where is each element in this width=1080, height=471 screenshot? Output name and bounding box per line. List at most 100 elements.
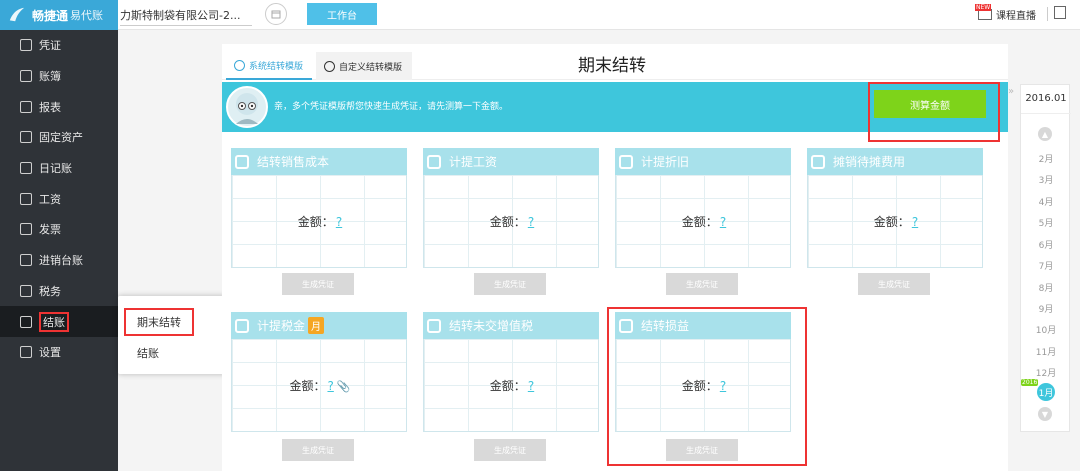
generate-voucher-button[interactable]: 生成凭证 [666,273,738,295]
sales-cost-icon [235,154,249,169]
card-title: 结转未交增值税 [449,319,534,333]
app-logo[interactable]: 畅捷通 易代账 [0,0,118,30]
monthly-badge: 月 [308,317,325,334]
period-year: 2016.01 [1025,93,1067,104]
tab-label: 自定义结转模版 [339,62,403,73]
sidebar-item-report[interactable]: 报表 [0,91,118,122]
video-icon: NEW [975,4,992,20]
generate-voucher-button[interactable]: 生成凭证 [282,439,354,461]
month-item[interactable]: 9月 [1021,302,1071,315]
live-course-label: 课程直播 [996,11,1036,22]
inventory-icon [20,254,32,267]
card-body: 金额：? 📎 [231,339,407,432]
amount-help-link[interactable]: ? [720,215,726,229]
salary-icon [427,154,441,169]
tab-system-template[interactable]: 系统结转模版 [226,52,312,80]
generate-voucher-button[interactable]: 生成凭证 [858,273,930,295]
new-badge: NEW [975,4,992,11]
banner-text: 亲，多个凭证模版帮您快速生成凭证，请先测算一下金额。 [274,102,509,112]
card-body: 金额：? [807,175,983,268]
book-icon[interactable] [1054,6,1066,19]
month-item[interactable]: 2月 [1021,152,1071,165]
card-amount: 金额：? [232,213,408,230]
generate-voucher-button[interactable]: 生成凭证 [282,273,354,295]
card-body: 金额：? [423,339,599,432]
amount-help-link[interactable]: ? [912,215,918,229]
amount-help-link[interactable]: ? [528,379,534,393]
amount-help-link[interactable]: ? [336,215,342,229]
live-course-link[interactable]: NEW 课程直播 [975,4,1036,22]
sidebar-item-settings[interactable]: 设置 [0,337,118,368]
tax-icon [235,318,249,333]
amount-label: 金额： [297,215,334,229]
card-header: 结转销售成本 [231,148,407,175]
month-item[interactable]: 12月 [1021,366,1071,379]
period-up-icon[interactable]: ▲ [1038,127,1052,141]
card-accrue-tax: 计提税金月 金额：? 📎 [231,312,407,432]
card-body: 金额：? [615,175,791,268]
selected-month[interactable]: 1月 [1037,383,1055,401]
sidebar-item-tax[interactable]: 税务 [0,276,118,307]
sidebar-item-label: 工资 [39,192,61,206]
sidebar-item-label: 账簿 [39,70,61,84]
generate-voucher-button[interactable]: 生成凭证 [474,439,546,461]
logo-subtext: 易代账 [70,9,104,22]
submenu-item-period-end-transfer[interactable]: 期末结转 [124,308,194,336]
sidebar-item-asset[interactable]: 固定资产 [0,122,118,153]
sidebar-item-journal[interactable]: 日记账 [0,153,118,184]
voucher-icon [20,39,32,52]
sidebar-item-inventory[interactable]: 进销台账 [0,245,118,276]
info-banner: 亲，多个凭证模版帮您快速生成凭证，请先测算一下金额。 测算金额 [222,82,1008,142]
amount-label: 金额： [489,379,526,393]
generate-voucher-button[interactable]: 生成凭证 [474,273,546,295]
calculate-amount-button[interactable]: 测算金额 [874,90,986,118]
depreciation-icon [619,154,633,169]
sidebar-item-close-books[interactable]: 结账 [0,306,118,337]
period-down-icon[interactable]: ▼ [1038,407,1052,421]
month-item[interactable]: 7月 [1021,259,1071,272]
card-amount: 金额：? [808,213,984,230]
card-amount: 金额：? [424,377,600,394]
card-header: 计提折旧 [615,148,791,175]
card-body: 金额：? [231,175,407,268]
journal-icon [20,162,32,175]
card-title: 计提折旧 [641,155,690,169]
company-selector[interactable]: 力斯特制袋有限公司-2... [120,7,252,26]
submenu-item-close-books[interactable]: 结账 [137,345,159,361]
tab-custom-template[interactable]: 自定义结转模版 [316,52,412,80]
calendar-icon[interactable] [265,3,287,25]
sidebar-item-voucher[interactable]: 凭证 [0,30,118,61]
card-accrue-salary: 计提工资 金额：? [423,148,599,268]
workbench-button[interactable]: 工作台 [307,3,377,25]
month-item[interactable]: 11月 [1021,345,1071,358]
sidebar-item-ledger[interactable]: 账簿 [0,61,118,92]
card-amount: 金额：? [616,213,792,230]
close-books-icon [20,315,32,328]
amount-help-link[interactable]: ? [327,379,333,393]
sidebar-item-invoice[interactable]: 发票 [0,214,118,245]
sidebar-item-salary[interactable]: 工资 [0,183,118,214]
collapse-arrow-icon[interactable]: » [1008,86,1014,97]
report-icon [20,100,32,113]
sidebar-item-label: 设置 [39,346,61,360]
logo-bird-icon [9,7,25,22]
card-amount: 金额：? [424,213,600,230]
top-bar: 畅捷通 易代账 力斯特制袋有限公司-2... 工作台 NEW 课程直播 [0,0,1080,30]
amount-label: 金额： [681,215,718,229]
month-item[interactable]: 10月 [1021,323,1071,336]
vat-icon [427,318,441,333]
asset-icon [20,131,32,144]
card-sales-cost: 结转销售成本 金额：? [231,148,407,268]
close-books-submenu: 期末结转 结账 [118,296,226,374]
month-item[interactable]: 8月 [1021,281,1071,294]
month-item[interactable]: 3月 [1021,173,1071,186]
card-title: 计提工资 [449,155,498,169]
home-icon [324,60,335,72]
invoice-icon [20,223,32,236]
card-title: 计提税金 [257,319,306,333]
attachment-icon[interactable]: 📎 [337,380,351,393]
month-item[interactable]: 4月 [1021,195,1071,208]
amount-help-link[interactable]: ? [528,215,534,229]
month-item[interactable]: 6月 [1021,238,1071,251]
month-item[interactable]: 5月 [1021,216,1071,229]
